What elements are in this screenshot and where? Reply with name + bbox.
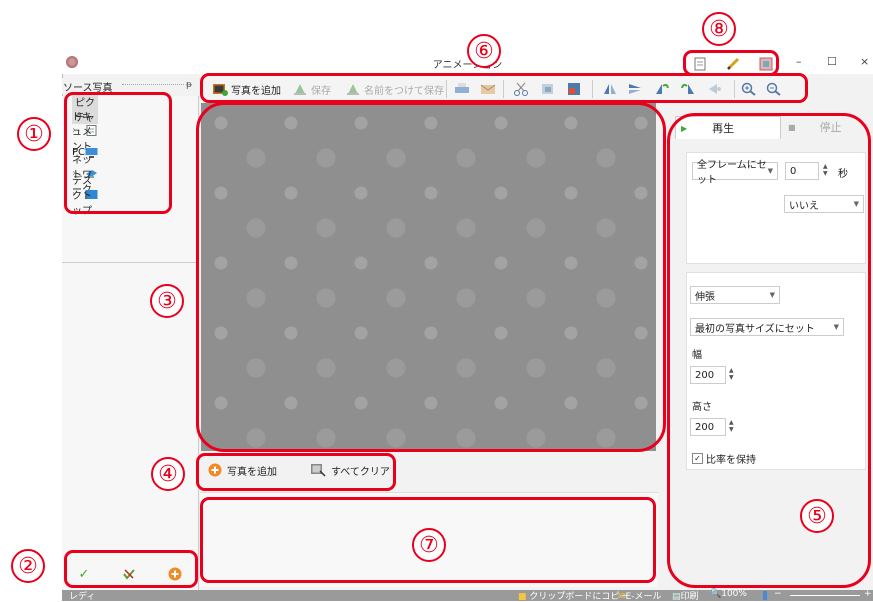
zoom-value: 100% <box>721 589 747 599</box>
highlight-photo-actions <box>196 453 396 491</box>
highlight-canvas <box>196 102 666 452</box>
status-bar: レディ ■ クリップボードにコピー ✉E-メール ▤印刷 🔍100% − + <box>62 589 873 602</box>
print-status-button[interactable]: ▤印刷 <box>672 589 699 602</box>
highlight-action-icons <box>64 550 198 588</box>
email-status-button[interactable]: ✉E-メール <box>618 589 661 602</box>
zoom-plus-button[interactable]: + <box>864 589 872 599</box>
highlight-properties <box>667 113 871 588</box>
grip <box>122 84 184 85</box>
callout-1: ① <box>17 117 51 151</box>
callout-3: ③ <box>150 284 184 318</box>
app-logo-icon <box>66 56 78 68</box>
zoom-slider-track[interactable] <box>790 595 860 596</box>
callout-5: ⑤ <box>800 499 834 533</box>
status-ready: レディ <box>69 592 96 602</box>
zoom-slider-thumb[interactable] <box>763 591 767 600</box>
highlight-title-icons <box>683 50 779 76</box>
zoom-minus-button[interactable]: − <box>774 589 782 599</box>
highlight-source-tree <box>64 92 172 214</box>
close-button[interactable]: × <box>860 55 869 68</box>
panel-divider <box>62 262 198 263</box>
copy-clipboard-button[interactable]: ■ クリップボードにコピー <box>518 589 628 602</box>
maximize-button[interactable]: ☐ <box>827 55 837 68</box>
zoom-readout: 🔍100% <box>710 589 747 599</box>
callout-8: ⑧ <box>702 12 736 46</box>
minimize-button[interactable]: – <box>796 55 802 68</box>
callout-2: ② <box>11 549 45 583</box>
highlight-toolbar <box>200 73 808 103</box>
pin-icon[interactable]: ᵽ <box>186 80 192 90</box>
callout-6: ⑥ <box>467 34 501 68</box>
callout-7: ⑦ <box>412 528 446 562</box>
callout-4: ④ <box>151 457 185 491</box>
zoom-icon: 🔍 <box>710 589 722 599</box>
